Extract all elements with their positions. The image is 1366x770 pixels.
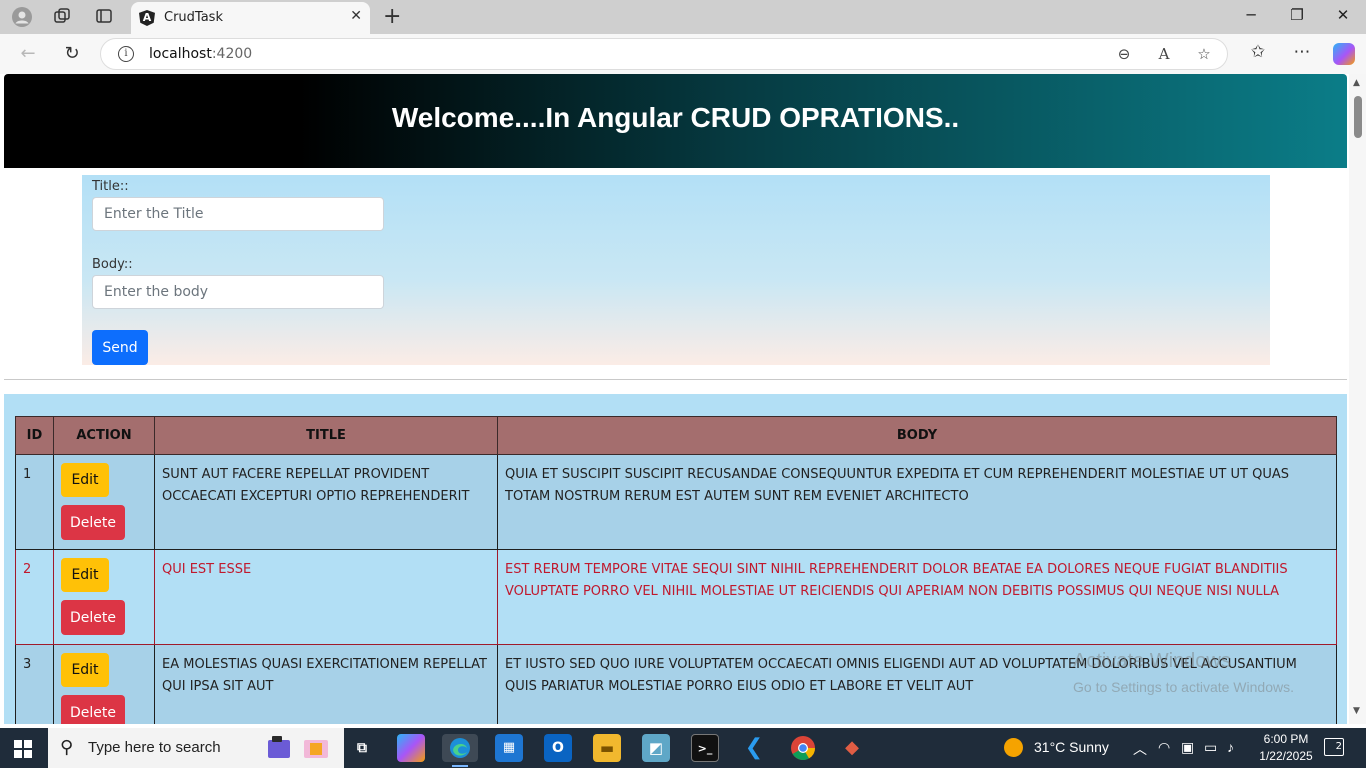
title-label: Title:: bbox=[92, 179, 129, 194]
scroll-up-icon[interactable]: ▲ bbox=[1353, 78, 1360, 88]
search-icon: ⚲ bbox=[60, 737, 74, 758]
notes-app-icon[interactable]: ◩ bbox=[642, 734, 670, 762]
tab-title: CrudTask bbox=[164, 10, 223, 25]
browser-tab-bar: A CrudTask ✕ + ─ ❐ ✕ bbox=[0, 0, 1366, 34]
volume-icon[interactable]: ♪ bbox=[1227, 739, 1234, 755]
table-row: 2 Edit Delete QUI EST ESSE EST RERUM TEM… bbox=[15, 549, 1337, 645]
vertical-scrollbar[interactable]: ▲ ▼ bbox=[1349, 74, 1366, 724]
row-id: 2 bbox=[15, 549, 54, 645]
show-hidden-icons[interactable]: ︿ bbox=[1133, 739, 1147, 759]
search-highlight-icon bbox=[268, 736, 328, 758]
outlook-app-icon[interactable]: O bbox=[544, 734, 572, 762]
delete-button[interactable]: Delete bbox=[61, 600, 125, 635]
tab-actions-icon[interactable] bbox=[94, 7, 114, 27]
row-body: QUIA ET SUSCIPIT SUSCIPIT RECUSANDAE CON… bbox=[497, 454, 1337, 550]
row-actions: Edit Delete bbox=[53, 549, 155, 645]
new-tab-icon[interactable]: + bbox=[383, 4, 401, 29]
weather-icon bbox=[1004, 738, 1023, 757]
column-header-action: ACTION bbox=[53, 416, 155, 455]
zoom-out-icon[interactable]: ⊖ bbox=[1113, 45, 1135, 63]
watermark-title: Activate Windows bbox=[1073, 650, 1231, 672]
body-label: Body:: bbox=[92, 257, 133, 272]
column-header-title: TITLE bbox=[154, 416, 498, 455]
store-app-icon[interactable]: ▦ bbox=[495, 734, 523, 762]
page-title: Welcome....In Angular CRUD OPRATIONS.. bbox=[391, 102, 960, 133]
page-viewport: Welcome....In Angular CRUD OPRATIONS.. T… bbox=[0, 74, 1366, 724]
terminal-app-icon[interactable]: >_ bbox=[691, 734, 719, 762]
file-explorer-icon[interactable]: ▬ bbox=[593, 734, 621, 762]
scroll-down-icon[interactable]: ▼ bbox=[1353, 706, 1360, 716]
post-form: Title:: Body:: Send bbox=[82, 175, 1270, 365]
copilot-icon[interactable] bbox=[1333, 43, 1355, 65]
windows-start-icon[interactable] bbox=[14, 740, 32, 758]
row-title: SUNT AUT FACERE REPELLAT PROVIDENT OCCAE… bbox=[154, 454, 498, 550]
title-input[interactable] bbox=[92, 197, 384, 231]
battery-icon[interactable]: ▭ bbox=[1204, 739, 1217, 756]
git-app-icon[interactable]: ◆ bbox=[838, 734, 866, 762]
edge-app-icon[interactable] bbox=[442, 734, 478, 762]
favorites-icon[interactable]: ✩ bbox=[1246, 42, 1270, 62]
delete-button[interactable]: Delete bbox=[61, 505, 125, 540]
workspaces-icon[interactable] bbox=[52, 7, 72, 27]
row-id: 3 bbox=[15, 644, 54, 724]
table-header-row: ID ACTION TITLE BODY bbox=[15, 416, 1337, 455]
edit-button[interactable]: Edit bbox=[61, 558, 109, 592]
chrome-app-icon[interactable] bbox=[789, 734, 817, 762]
weather-text[interactable]: 31°C Sunny bbox=[1034, 739, 1109, 755]
activation-watermark: Activate Windows Go to Settings to activ… bbox=[1073, 650, 1294, 695]
taskbar-clock[interactable]: 6:00 PM 1/22/2025 bbox=[1256, 731, 1316, 765]
send-button[interactable]: Send bbox=[92, 330, 148, 365]
close-tab-icon[interactable]: ✕ bbox=[350, 8, 362, 24]
body-input[interactable] bbox=[92, 275, 384, 309]
taskbar-search[interactable]: ⚲ Type here to search bbox=[48, 728, 344, 768]
back-arrow-icon[interactable]: ← bbox=[16, 43, 40, 64]
network-icon[interactable]: ▣ bbox=[1181, 739, 1194, 756]
delete-button[interactable]: Delete bbox=[61, 695, 125, 724]
row-id: 1 bbox=[15, 454, 54, 550]
row-actions: Edit Delete bbox=[53, 454, 155, 550]
table-row: 1 Edit Delete SUNT AUT FACERE REPELLAT P… bbox=[15, 454, 1337, 550]
task-view-icon[interactable]: ⧉ bbox=[348, 734, 376, 762]
url-port: :4200 bbox=[211, 46, 253, 62]
clock-date: 1/22/2025 bbox=[1259, 749, 1313, 763]
row-body: EST RERUM TEMPORE VITAE SEQUI SINT NIHIL… bbox=[497, 549, 1337, 645]
wifi-icon[interactable]: ◠ bbox=[1158, 739, 1170, 756]
angular-icon: A bbox=[139, 10, 155, 26]
profile-icon[interactable] bbox=[12, 7, 32, 27]
star-icon[interactable]: ☆ bbox=[1193, 45, 1215, 63]
address-bar[interactable]: i localhost:4200 ⊖ A ☆ bbox=[100, 38, 1228, 70]
read-aloud-icon[interactable]: A bbox=[1153, 45, 1175, 63]
notification-center-icon[interactable]: 2 bbox=[1324, 738, 1344, 756]
edit-button[interactable]: Edit bbox=[61, 653, 109, 687]
copilot-app-icon[interactable] bbox=[397, 734, 425, 762]
site-info-icon[interactable]: i bbox=[118, 46, 134, 62]
page-header: Welcome....In Angular CRUD OPRATIONS.. bbox=[4, 74, 1347, 168]
section-divider bbox=[4, 379, 1347, 380]
minimize-icon[interactable]: ─ bbox=[1236, 6, 1266, 24]
vscode-app-icon[interactable]: ❮ bbox=[740, 734, 768, 762]
clock-time: 6:00 PM bbox=[1263, 732, 1309, 746]
column-header-id: ID bbox=[15, 416, 54, 455]
row-actions: Edit Delete bbox=[53, 644, 155, 724]
browser-tab[interactable]: A CrudTask ✕ bbox=[131, 2, 370, 34]
active-app-indicator bbox=[452, 765, 468, 767]
more-icon[interactable]: ⋯ bbox=[1290, 42, 1314, 62]
search-placeholder: Type here to search bbox=[88, 739, 221, 756]
watermark-subtitle: Go to Settings to activate Windows. bbox=[1073, 679, 1294, 695]
close-window-icon[interactable]: ✕ bbox=[1328, 6, 1358, 24]
scrollbar-thumb[interactable] bbox=[1354, 96, 1362, 138]
url-text[interactable]: localhost:4200 bbox=[149, 46, 252, 62]
address-bar-row: ← ↻ i localhost:4200 ⊖ A ☆ bbox=[0, 34, 1366, 74]
column-header-body: BODY bbox=[497, 416, 1337, 455]
restore-icon[interactable]: ❐ bbox=[1282, 6, 1312, 24]
refresh-icon[interactable]: ↻ bbox=[60, 43, 84, 64]
taskbar: ⚲ Type here to search ⧉ ▦ O ▬ ◩ >_ ❮ ◆ 3… bbox=[0, 728, 1366, 768]
row-title: QUI EST ESSE bbox=[154, 549, 498, 645]
notification-count: 2 bbox=[1335, 741, 1342, 752]
row-title: EA MOLESTIAS QUASI EXERCITATIONEM REPELL… bbox=[154, 644, 498, 724]
url-host: localhost bbox=[149, 46, 212, 62]
edit-button[interactable]: Edit bbox=[61, 463, 109, 497]
